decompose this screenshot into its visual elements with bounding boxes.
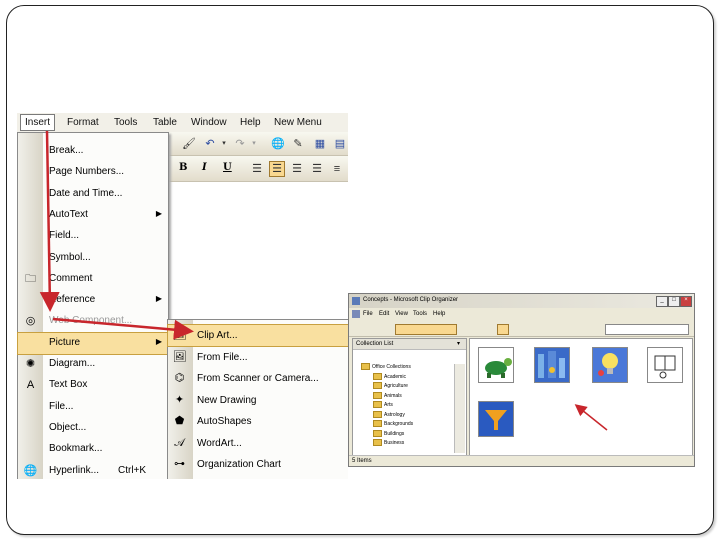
word-insert-menu-screenshot: Insert Format Tools Table Window Help Ne…	[17, 113, 348, 479]
clip-organizer-window: Concepts - Microsoft Clip Organizer _ □ …	[348, 293, 695, 467]
clip-arrow-overlay	[574, 404, 608, 431]
annotation-arrows	[39, 130, 194, 340]
arrow-picture-to-clipart	[52, 317, 194, 340]
arrow-to-clips	[574, 404, 608, 431]
arrow-insert-to-picture	[39, 130, 60, 312]
